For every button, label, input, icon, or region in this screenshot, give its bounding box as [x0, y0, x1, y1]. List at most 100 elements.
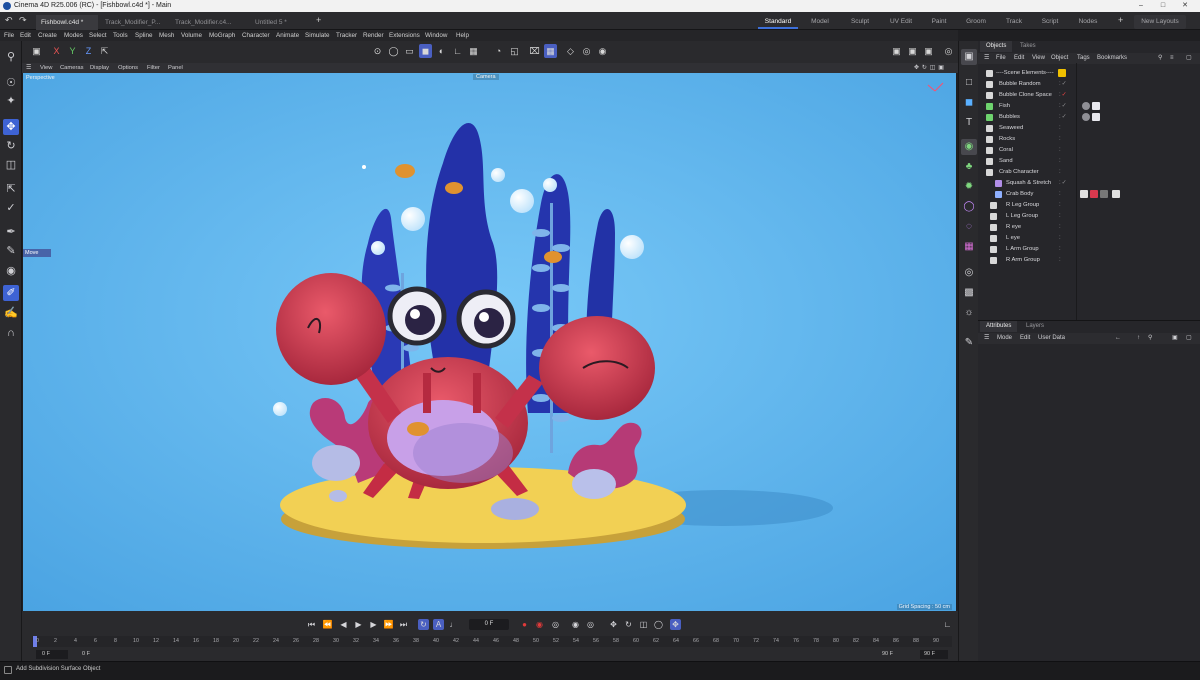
go-to-start-icon[interactable]: ⏮	[306, 619, 317, 630]
brush-tool-icon[interactable]: ✎	[3, 243, 19, 259]
model-mode-icon[interactable]: ▣	[30, 44, 43, 58]
menu-edit[interactable]: Edit	[20, 30, 31, 41]
layout-tab-standard[interactable]: Standard	[758, 15, 798, 29]
loop-icon[interactable]: ↻	[418, 619, 429, 630]
mograph-icon[interactable]: ♣	[961, 159, 977, 175]
sculpt-tool-icon[interactable]: ✍	[3, 305, 19, 321]
position-key-icon[interactable]: ◉	[570, 619, 581, 630]
cube-icon[interactable]: □	[961, 75, 977, 91]
layout-tab-sculpt[interactable]: Sculpt	[842, 15, 878, 29]
layout-tab-groom[interactable]: Groom	[958, 15, 994, 29]
visibility-dots[interactable]: :✓	[1059, 178, 1068, 189]
viewport-menu-cameras[interactable]: Cameras	[60, 63, 84, 73]
snap-grid-icon[interactable]: ▦	[544, 44, 557, 58]
doc-tab[interactable]: Track_Modifier.c4...	[170, 15, 236, 30]
field-icon[interactable]: ◯	[961, 199, 977, 215]
search-icon[interactable]: ⚲	[3, 49, 19, 65]
object-row[interactable]: Coral :	[978, 145, 1200, 156]
visibility-dots[interactable]: :	[1059, 200, 1062, 211]
text-icon[interactable]: T	[961, 115, 977, 131]
playback-rate-icon[interactable]: A	[433, 619, 444, 630]
object-row[interactable]: R eye :	[978, 222, 1200, 233]
menu-mesh[interactable]: Mesh	[159, 30, 174, 41]
menu-create[interactable]: Create	[38, 30, 57, 41]
up-arrow-icon[interactable]: ↑	[1137, 333, 1140, 344]
visibility-dots[interactable]: :✓	[1059, 112, 1068, 123]
z-axis-lock[interactable]: Z	[82, 44, 95, 58]
visibility-dots[interactable]: :	[1059, 123, 1062, 134]
menu-volume[interactable]: Volume	[181, 30, 202, 41]
object-row[interactable]: R Arm Group :	[978, 255, 1200, 266]
doc-tab[interactable]: Track_Modifier_P...	[100, 15, 166, 30]
transfer-tool-icon[interactable]: ⇱	[3, 181, 19, 197]
minimize-icon[interactable]: –	[1130, 0, 1152, 12]
rotate-tool-icon[interactable]: ↻	[3, 138, 19, 154]
material-icon[interactable]: ◉	[3, 263, 19, 279]
tag-icon[interactable]	[1112, 190, 1120, 198]
visibility-dots[interactable]: :	[1059, 189, 1062, 200]
maximize-icon[interactable]: □	[1152, 0, 1174, 12]
layout-tab-nodes[interactable]: Nodes	[1070, 15, 1106, 29]
object-row[interactable]: L eye :	[978, 233, 1200, 244]
3d-viewport[interactable]: Perspective Camera Grid Spacing : 50 cm	[23, 73, 956, 611]
keyframe-selection-icon[interactable]: ◎	[550, 619, 561, 630]
menu-tracker[interactable]: Tracker	[336, 30, 357, 41]
viewport-menu-filter[interactable]: Filter	[147, 63, 160, 73]
objects-menu-file[interactable]: File	[996, 53, 1006, 64]
viewport-hamburger-icon[interactable]: ☰	[26, 63, 31, 73]
light-icon[interactable]: ☼	[961, 305, 977, 321]
doc-tab[interactable]: Untitled 5 *	[250, 15, 310, 30]
texture-mode-icon[interactable]: ◐	[435, 44, 448, 58]
snap-icon[interactable]: ⌧	[528, 44, 541, 58]
edges-mode-icon[interactable]: ◯	[387, 44, 400, 58]
object-row[interactable]: ----Scene Elements----	[978, 68, 1200, 79]
attributes-menu-mode[interactable]: Mode	[997, 333, 1012, 344]
environment-icon[interactable]: ◎	[961, 265, 977, 281]
objects-menu-tags[interactable]: Tags	[1077, 53, 1090, 64]
visibility-dots[interactable]: :	[1059, 156, 1062, 167]
visibility-dots[interactable]: :	[1059, 244, 1062, 255]
next-frame-icon[interactable]: ▶	[368, 619, 379, 630]
menu-spline[interactable]: Spline	[135, 30, 153, 41]
object-row[interactable]: L Leg Group :	[978, 211, 1200, 222]
tab-layers[interactable]: Layers	[1020, 321, 1050, 332]
objects-menu-view[interactable]: View	[1032, 53, 1045, 64]
next-key-icon[interactable]: ⏩	[383, 619, 394, 630]
cloner-tag[interactable]	[1082, 102, 1090, 110]
visibility-dots[interactable]: :	[1059, 145, 1062, 156]
axis-mode-icon[interactable]: ∟	[451, 44, 464, 58]
motion-system-icon[interactable]: ✥	[670, 619, 681, 630]
layout-tab-script[interactable]: Script	[1034, 15, 1066, 29]
menu-character[interactable]: Character	[242, 30, 270, 41]
previous-key-icon[interactable]: ⏪	[322, 619, 333, 630]
menu-simulate[interactable]: Simulate	[305, 30, 330, 41]
viewport-menu-view[interactable]: View	[40, 63, 52, 73]
viewport-menu-panel[interactable]: Panel	[168, 63, 183, 73]
add-layout-icon[interactable]: +	[1118, 15, 1123, 25]
live-selection-icon[interactable]: ☉	[3, 75, 19, 91]
x-axis-lock[interactable]: X	[50, 44, 63, 58]
previous-frame-icon[interactable]: ◀	[338, 619, 349, 630]
sound-icon[interactable]: ♩	[448, 619, 459, 630]
scale-key-icon[interactable]: ◎	[585, 619, 596, 630]
material-tag[interactable]	[1090, 190, 1098, 198]
object-row[interactable]: Bubble Random :✓	[978, 79, 1200, 90]
menu-animate[interactable]: Animate	[276, 30, 299, 41]
add-tab-icon[interactable]: +	[316, 15, 321, 25]
max-frame-field[interactable]: 90 F	[882, 650, 904, 659]
viewport-menu-options[interactable]: Options	[118, 63, 138, 73]
visibility-dots[interactable]: :	[1059, 167, 1062, 178]
visibility-dots[interactable]: :	[1059, 134, 1062, 145]
tag-icon[interactable]	[1100, 190, 1108, 198]
search-icon[interactable]: ⚲	[1148, 333, 1152, 344]
object-row[interactable]: Fish :✓	[978, 101, 1200, 112]
menu-file[interactable]: File	[4, 30, 14, 41]
coordinate-system-icon[interactable]: ⇱	[98, 44, 111, 58]
doc-tab[interactable]: Fishbowl.c4d *	[36, 15, 98, 30]
autokey-icon[interactable]: ◉	[534, 619, 545, 630]
select-tool-icon[interactable]: ✦	[3, 93, 19, 109]
pen-icon[interactable]: ✎	[961, 335, 977, 351]
objects-hamburger-icon[interactable]: ☰	[984, 53, 989, 64]
material-tag[interactable]	[1092, 113, 1100, 121]
viewport-camera-label[interactable]: Camera	[473, 74, 499, 80]
